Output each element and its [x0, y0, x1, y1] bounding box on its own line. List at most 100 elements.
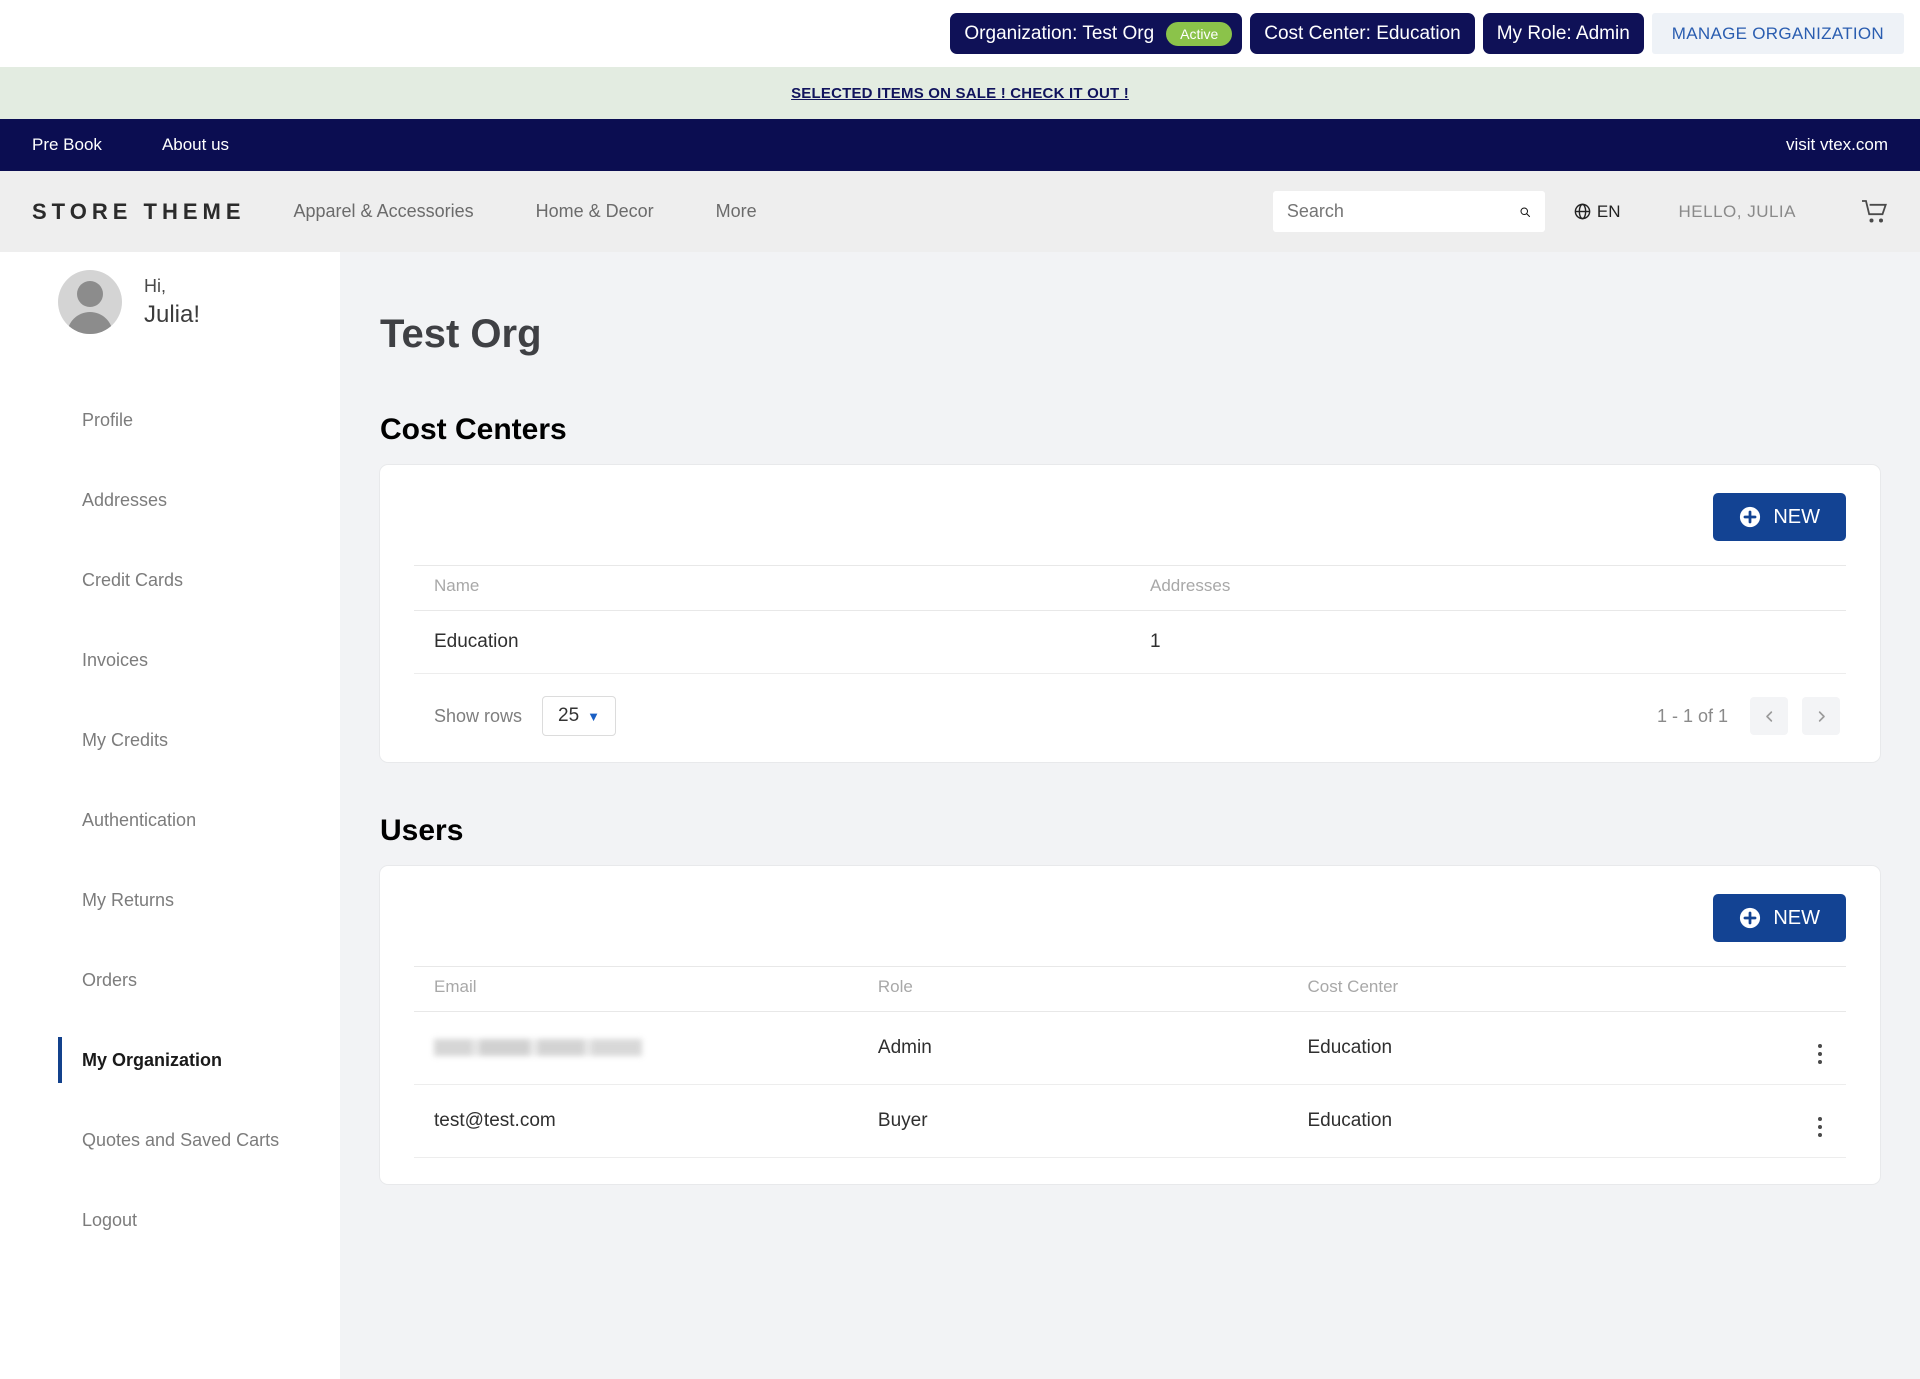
table-row[interactable]: Admin Education [414, 1012, 1846, 1085]
plus-circle-icon [1739, 907, 1761, 929]
sidebar-profile: Hi, Julia! [0, 270, 340, 334]
users-card: NEW Email Role Cost Center Admin [380, 866, 1880, 1184]
category-apparel-accessories[interactable]: Apparel & Accessories [294, 201, 474, 222]
rows-per-page-select[interactable]: 25 ▼ [542, 696, 616, 736]
category-home-decor[interactable]: Home & Decor [536, 201, 654, 222]
cart-icon[interactable] [1862, 200, 1888, 224]
sidebar-item-addresses[interactable]: Addresses [0, 460, 340, 540]
cost-centers-table-footer: Show rows 25 ▼ 1 - 1 of 1 [414, 674, 1846, 762]
row-menu-icon[interactable] [1818, 1117, 1822, 1137]
sidebar-item-label: Credit Cards [82, 570, 183, 591]
row-menu-icon[interactable] [1818, 1044, 1822, 1064]
search-input[interactable] [1287, 201, 1519, 222]
organization-top-bar: Organization: Test Org Active Cost Cente… [0, 0, 1920, 67]
new-cost-center-button[interactable]: NEW [1713, 493, 1846, 541]
show-rows-label: Show rows [434, 706, 522, 727]
nav-item-pre-book[interactable]: Pre Book [32, 135, 102, 155]
sidebar-item-label: My Organization [82, 1050, 222, 1071]
cell-user-email: test@test.com [414, 1085, 858, 1158]
my-role-chip[interactable]: My Role: Admin [1483, 13, 1644, 54]
sidebar-item-authentication[interactable]: Authentication [0, 780, 340, 860]
cell-user-email [414, 1012, 858, 1085]
sidebar-item-credit-cards[interactable]: Credit Cards [0, 540, 340, 620]
account-sidebar: Hi, Julia! Profile Addresses Credit Card… [0, 252, 340, 1379]
cost-center-chip[interactable]: Cost Center: Education [1250, 13, 1474, 54]
cell-cost-center-addresses: 1 [1130, 611, 1846, 674]
header-right-group: EN HELLO, JULIA [1273, 191, 1888, 232]
cell-user-role: Buyer [858, 1085, 1288, 1158]
sidebar-item-my-organization[interactable]: My Organization [0, 1020, 340, 1100]
cost-centers-table: Name Addresses Education 1 [414, 565, 1846, 674]
status-badge: Active [1166, 22, 1232, 46]
table-header-row: Name Addresses [414, 566, 1846, 611]
redacted-email [434, 1039, 642, 1056]
page-body: Hi, Julia! Profile Addresses Credit Card… [0, 252, 1920, 1379]
cell-row-actions [1786, 1012, 1846, 1085]
sidebar-item-my-credits[interactable]: My Credits [0, 700, 340, 780]
sidebar-item-invoices[interactable]: Invoices [0, 620, 340, 700]
column-header-email[interactable]: Email [414, 967, 858, 1012]
cell-user-cost-center: Education [1288, 1012, 1787, 1085]
sidebar-item-orders[interactable]: Orders [0, 940, 340, 1020]
sidebar-item-logout[interactable]: Logout [0, 1180, 340, 1260]
nav-item-about-us[interactable]: About us [162, 135, 229, 155]
chevron-down-icon: ▼ [587, 709, 600, 724]
pagination-count: 1 - 1 of 1 [1657, 706, 1728, 727]
table-row[interactable]: test@test.com Buyer Education [414, 1085, 1846, 1158]
greeting-block: Hi, Julia! [144, 274, 200, 329]
sidebar-item-label: Authentication [82, 810, 196, 831]
visit-vtex-link[interactable]: visit vtex.com [1786, 135, 1888, 155]
users-actions: NEW [414, 894, 1846, 966]
manage-organization-button[interactable]: MANAGE ORGANIZATION [1652, 13, 1904, 54]
cell-row-actions [1786, 1085, 1846, 1158]
store-logo[interactable]: STORE THEME [32, 199, 246, 225]
language-label: EN [1597, 202, 1621, 222]
greeting-hi: Hi, [144, 274, 200, 298]
sidebar-item-quotes-and-saved-carts[interactable]: Quotes and Saved Carts [0, 1100, 340, 1180]
column-header-name[interactable]: Name [414, 566, 1130, 611]
chevron-left-icon [1762, 709, 1777, 724]
table-row[interactable]: Education 1 [414, 611, 1846, 674]
previous-page-button[interactable] [1750, 697, 1788, 735]
column-header-addresses[interactable]: Addresses [1130, 566, 1846, 611]
cost-centers-heading: Cost Centers [380, 413, 1880, 447]
organization-chip[interactable]: Organization: Test Org Active [950, 13, 1242, 54]
promo-link[interactable]: SELECTED ITEMS ON SALE ! CHECK IT OUT ! [791, 85, 1129, 102]
column-header-role[interactable]: Role [858, 967, 1288, 1012]
sidebar-item-label: Orders [82, 970, 137, 991]
sidebar-nav: Profile Addresses Credit Cards Invoices … [0, 380, 340, 1260]
chevron-right-icon [1814, 709, 1829, 724]
category-nav: Apparel & Accessories Home & Decor More [294, 201, 757, 222]
sidebar-item-label: Addresses [82, 490, 167, 511]
organization-chip-label: Organization: Test Org [964, 23, 1154, 45]
cell-user-role: Admin [858, 1012, 1288, 1085]
category-more[interactable]: More [716, 201, 757, 222]
promo-banner: SELECTED ITEMS ON SALE ! CHECK IT OUT ! [0, 67, 1920, 119]
new-user-label: NEW [1773, 907, 1820, 930]
sidebar-item-my-returns[interactable]: My Returns [0, 860, 340, 940]
my-role-chip-label: My Role: Admin [1497, 23, 1630, 45]
utility-navbar: Pre Book About us visit vtex.com [0, 119, 1920, 171]
new-user-button[interactable]: NEW [1713, 894, 1846, 942]
globe-icon [1573, 202, 1592, 221]
cell-cost-center-name: Education [414, 611, 1130, 674]
next-page-button[interactable] [1802, 697, 1840, 735]
sidebar-item-profile[interactable]: Profile [0, 380, 340, 460]
avatar [58, 270, 122, 334]
search-box[interactable] [1273, 191, 1545, 232]
language-selector[interactable]: EN [1573, 202, 1621, 222]
sidebar-item-label: Quotes and Saved Carts [82, 1130, 279, 1151]
avatar-head [77, 281, 103, 307]
search-icon[interactable] [1519, 201, 1531, 223]
users-heading: Users [380, 814, 1880, 848]
sidebar-item-label: Logout [82, 1210, 137, 1231]
rows-per-page-value: 25 [558, 705, 579, 727]
sidebar-item-label: My Credits [82, 730, 168, 751]
table-header-row: Email Role Cost Center [414, 967, 1846, 1012]
page-title: Test Org [380, 312, 1880, 357]
utility-nav-links: Pre Book About us [32, 135, 229, 155]
column-header-actions [1786, 967, 1846, 1012]
column-header-cost-center[interactable]: Cost Center [1288, 967, 1787, 1012]
account-greeting[interactable]: HELLO, JULIA [1679, 202, 1797, 222]
cost-centers-actions: NEW [414, 493, 1846, 565]
